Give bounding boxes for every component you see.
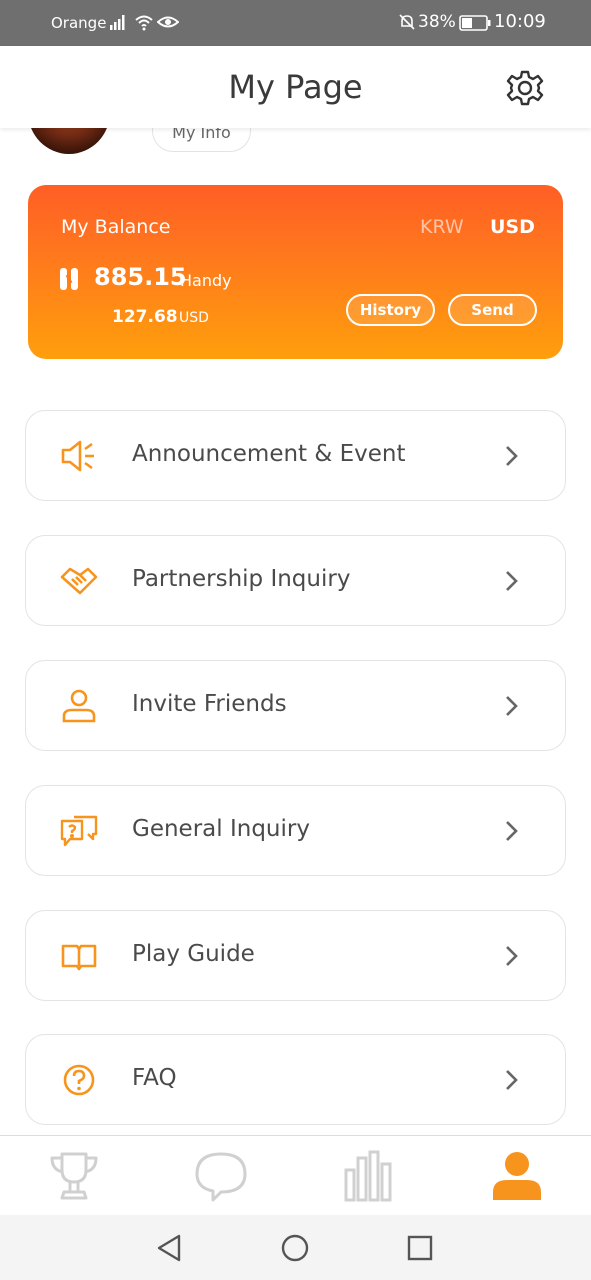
handshake-icon — [60, 567, 98, 595]
fiat-amount: 127.68 — [112, 307, 178, 327]
signal-icon — [110, 15, 125, 30]
person-icon — [62, 689, 96, 723]
menu-item-play-guide[interactable]: Play Guide — [25, 910, 566, 1001]
recents-icon[interactable] — [404, 1232, 436, 1264]
balance-card: My Balance KRW USD 885.15 Handy 127.68 U… — [28, 185, 563, 359]
menu-item-label: Announcement & Event — [132, 441, 406, 467]
fiat-unit: USD — [179, 310, 209, 326]
person-icon[interactable] — [489, 1148, 545, 1204]
question-circle-icon — [63, 1064, 95, 1096]
menu-item-partnership[interactable]: Partnership Inquiry — [25, 535, 566, 626]
status-bar: Orange 38% 10:09 — [0, 0, 591, 46]
page-header: My Page — [0, 46, 591, 128]
clock: 10:09 — [494, 11, 546, 32]
balance-unit: Handy — [180, 271, 232, 290]
menu-item-label: Partnership Inquiry — [132, 566, 351, 592]
bottom-tab-bar — [0, 1135, 591, 1215]
menu-item-label: Play Guide — [132, 941, 255, 967]
carrier-name: Orange — [51, 14, 107, 32]
book-icon — [61, 944, 97, 971]
balance-label: My Balance — [61, 216, 171, 238]
currency-toggle-krw[interactable]: KRW — [420, 216, 464, 238]
mute-bell-icon — [399, 14, 415, 30]
history-button[interactable]: History — [346, 294, 435, 326]
battery-icon — [459, 15, 491, 31]
chevron-right-icon — [506, 446, 518, 466]
home-icon[interactable] — [279, 1232, 311, 1264]
menu-item-label: General Inquiry — [132, 816, 310, 842]
trophy-icon[interactable] — [46, 1148, 102, 1204]
chat-bubble-icon[interactable] — [193, 1148, 249, 1204]
chevron-right-icon — [506, 821, 518, 841]
currency-toggle-usd[interactable]: USD — [490, 216, 535, 238]
megaphone-icon — [61, 440, 94, 472]
eye-comfort-icon — [157, 16, 179, 28]
chevron-right-icon — [506, 696, 518, 716]
menu-item-label: Invite Friends — [132, 691, 287, 717]
chat-question-icon — [60, 815, 98, 847]
menu-item-faq[interactable]: FAQ — [25, 1034, 566, 1125]
menu-item-general-inquiry[interactable]: General Inquiry — [25, 785, 566, 876]
back-icon[interactable] — [153, 1232, 185, 1264]
chevron-right-icon — [506, 571, 518, 591]
handy-coin-icon — [60, 268, 78, 290]
wifi-icon — [135, 15, 153, 31]
send-button[interactable]: Send — [448, 294, 537, 326]
menu-item-announcement[interactable]: Announcement & Event — [25, 410, 566, 501]
menu-item-label: FAQ — [132, 1065, 177, 1091]
menu-item-invite-friends[interactable]: Invite Friends — [25, 660, 566, 751]
gear-icon[interactable] — [505, 68, 545, 108]
chevron-right-icon — [506, 946, 518, 966]
balance-amount: 885.15 — [94, 263, 187, 291]
chevron-right-icon — [506, 1070, 518, 1090]
system-nav-bar — [0, 1215, 591, 1280]
battery-percent: 38% — [418, 12, 456, 32]
bar-chart-icon[interactable] — [342, 1148, 398, 1204]
page-title: My Page — [228, 68, 363, 106]
